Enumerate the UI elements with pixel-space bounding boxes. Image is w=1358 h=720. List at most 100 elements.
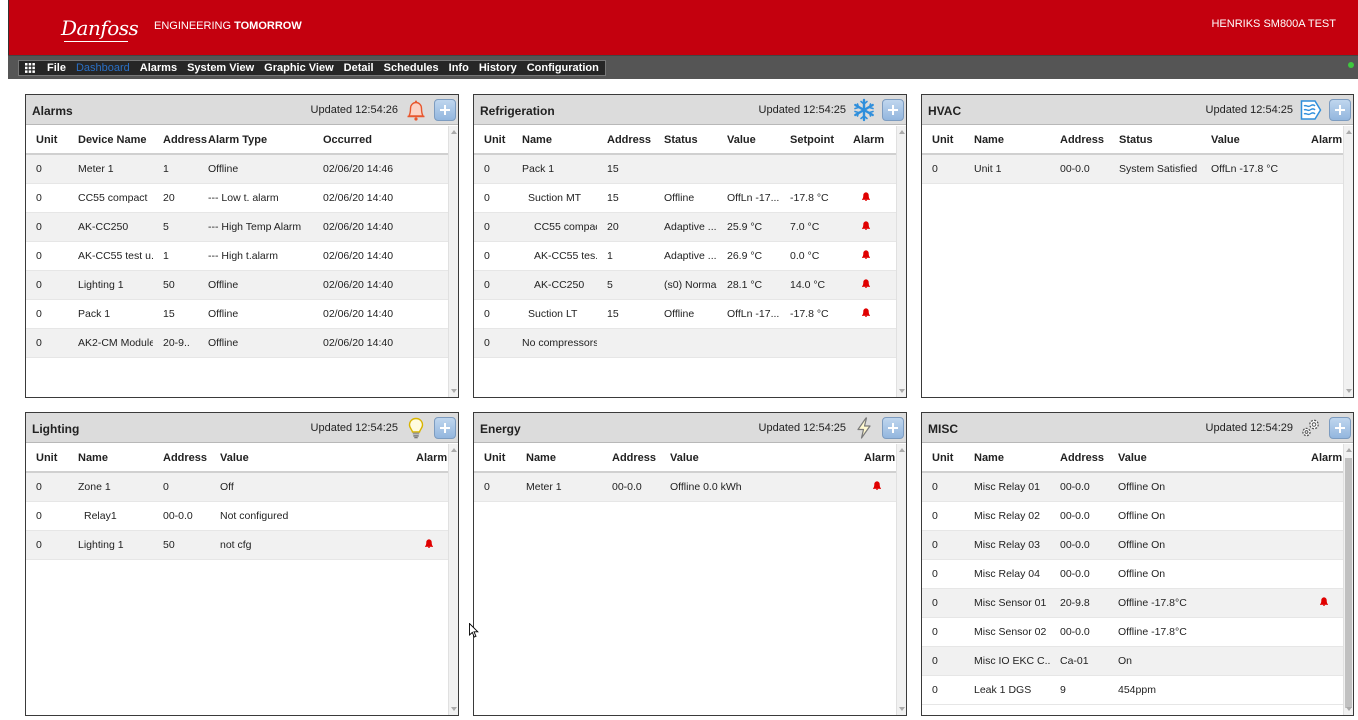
misc-scrollbar[interactable] (1343, 444, 1353, 715)
table-row[interactable]: 0 Relay1 00-0.0 Not configured (26, 501, 448, 531)
alarm-cell[interactable] (1301, 588, 1343, 618)
lightbulb-icon[interactable] (404, 416, 428, 440)
menu-item-history[interactable]: History (479, 62, 517, 74)
misc-add-button[interactable] (1329, 417, 1351, 439)
table-row[interactable]: 0 Misc Sensor 01 20-9.8 Offline -17.8°C (922, 588, 1343, 618)
column-header[interactable]: Alarm (1301, 126, 1343, 155)
alarm-cell[interactable] (843, 299, 896, 329)
table-row[interactable]: 0 CC55 compact 20 Adaptive ... 25.9 °C 7.0 °C (474, 212, 896, 242)
column-header[interactable]: Alarm (1301, 444, 1343, 473)
table-row[interactable]: 0 Misc Sensor 02 00-0.0 Offline -17.8°C (922, 617, 1343, 647)
column-header[interactable]: Name (964, 126, 1050, 155)
column-header[interactable]: Name (964, 444, 1050, 473)
column-header[interactable]: Unit (26, 444, 68, 473)
apps-grid-icon[interactable] (25, 63, 35, 73)
alarms-scrollbar[interactable] (448, 126, 458, 397)
table-row[interactable]: 0 Misc Relay 02 00-0.0 Offline On (922, 501, 1343, 531)
table-row[interactable]: 0 Pack 1 15 Offline 02/06/20 14:40 (26, 299, 448, 329)
table-row[interactable]: 0 Misc Relay 01 00-0.0 Offline On (922, 472, 1343, 502)
table-row[interactable]: 0 Lighting 1 50 not cfg (26, 530, 448, 560)
menu-item-detail[interactable]: Detail (344, 62, 374, 74)
menu-item-dashboard[interactable]: Dashboard (76, 62, 130, 74)
table-row[interactable]: 0 Unit 1 00-0.0 System Satisfied OffLn -17.8… (922, 154, 1343, 184)
table-row[interactable]: 0 AK-CC55 test u... 1 --- High t.alarm 02/06… (26, 241, 448, 271)
menu-item-graphic-view[interactable]: Graphic View (264, 62, 334, 74)
menu-item-schedules[interactable]: Schedules (384, 62, 439, 74)
column-header[interactable]: Unit (922, 444, 964, 473)
snowflake-icon[interactable] (852, 98, 876, 122)
alarm-cell[interactable] (854, 472, 896, 502)
column-header[interactable]: Address (1050, 126, 1109, 155)
column-header[interactable]: Address (153, 126, 207, 155)
column-header[interactable]: Device Name (68, 126, 153, 155)
menu-item-system-view[interactable]: System View (187, 62, 254, 74)
table-row[interactable]: 0AK-CC55 tes...1Adaptive ...26.9 °C0.0 °… (474, 241, 896, 271)
column-header[interactable]: Name (516, 444, 602, 473)
column-header[interactable]: Occurred (313, 126, 448, 155)
alarm-cell[interactable] (843, 183, 896, 213)
column-header[interactable]: Value (660, 444, 854, 473)
column-header[interactable]: Address (602, 444, 660, 473)
column-header[interactable]: Status (1109, 126, 1201, 155)
column-header[interactable]: Unit (474, 444, 516, 473)
lightning-icon[interactable] (852, 416, 876, 440)
column-header[interactable]: Unit (922, 126, 964, 155)
table-row[interactable]: 0 Zone 1 0 Off (26, 472, 448, 502)
alarm-bell-icon[interactable] (861, 278, 871, 288)
table-row[interactable]: 0 Misc Relay 04 00-0.0 Offline On (922, 559, 1343, 589)
table-row[interactable]: 0 Meter 1 1 Offline 02/06/20 14:46 (26, 154, 448, 184)
table-row[interactable]: 0 Lighting 1 50 Offline 02/06/20 14:40 (26, 270, 448, 300)
lighting-scrollbar[interactable] (448, 444, 458, 715)
alarm-bell-icon[interactable] (861, 191, 871, 201)
alarm-bell-icon[interactable] (861, 220, 871, 230)
table-row[interactable]: 0 Misc IO EKC C... Ca-01 On (922, 646, 1343, 676)
column-header[interactable]: Address (153, 444, 210, 473)
danfoss-logo[interactable]: Danfoss (61, 16, 139, 40)
alarm-cell[interactable] (843, 270, 896, 300)
menu-item-info[interactable]: Info (449, 62, 469, 74)
menu-item-file[interactable]: File (47, 62, 66, 74)
refrigeration-scrollbar[interactable] (896, 126, 906, 397)
column-header[interactable]: Status (654, 126, 717, 155)
alarm-bell-icon[interactable] (872, 480, 882, 491)
column-header[interactable]: Alarm (854, 444, 896, 473)
table-row[interactable]: 0 CC55 compact 20 --- Low t. alarm 02/06/20 … (26, 183, 448, 213)
alarm-bell-icon[interactable] (1319, 596, 1329, 606)
column-header[interactable]: Value (1201, 126, 1301, 155)
menu-item-configuration[interactable]: Configuration (527, 62, 599, 74)
refrigeration-add-button[interactable] (882, 99, 904, 121)
column-header[interactable]: Address (597, 126, 654, 155)
column-header[interactable]: Value (210, 444, 406, 473)
alarm-bell-icon[interactable] (424, 538, 434, 548)
alarm-bell-icon[interactable] (861, 249, 871, 259)
lighting-add-button[interactable] (434, 417, 456, 439)
table-row[interactable]: 0 AK2-CM Module 20-9.. Offline 02/06/20 14:4… (26, 328, 448, 358)
column-header[interactable]: Value (717, 126, 780, 155)
alarm-bell-icon[interactable] (861, 307, 871, 317)
energy-scrollbar[interactable] (896, 444, 906, 715)
energy-add-button[interactable] (882, 417, 904, 439)
column-header[interactable]: Address (1050, 444, 1108, 473)
alarm-cell[interactable] (843, 241, 896, 271)
column-header[interactable]: Name (68, 444, 153, 473)
hvac-add-button[interactable] (1329, 99, 1351, 121)
table-row[interactable]: 0 Pack 1 15 (474, 154, 896, 184)
column-header[interactable]: Unit (26, 126, 68, 155)
bell-icon[interactable] (404, 98, 428, 122)
table-row[interactable]: 0 Suction MT 15 Offline OffLn -17.... -17.8 °… (474, 183, 896, 213)
hvac-scrollbar[interactable] (1343, 126, 1353, 397)
column-header[interactable]: Name (512, 126, 597, 155)
table-row[interactable]: 0 No compressors (474, 328, 896, 358)
menu-item-alarms[interactable]: Alarms (140, 62, 177, 74)
table-row[interactable]: 0 Leak 1 DGS 9 454ppm (922, 675, 1343, 705)
column-header[interactable]: Value (1108, 444, 1301, 473)
table-row[interactable]: 0 Meter 1 00-0.0 Offline 0.0 kWh (474, 472, 896, 502)
column-header[interactable]: Alarm Type (198, 126, 313, 155)
table-row[interactable]: 0 Suction LT 15 Offline OffLn -17.... -17.8 °… (474, 299, 896, 329)
gears-icon[interactable] (1299, 416, 1323, 440)
column-header[interactable]: Alarm (843, 126, 896, 155)
column-header[interactable]: Alarm (406, 444, 448, 473)
alarms-add-button[interactable] (434, 99, 456, 121)
hvac-icon[interactable] (1299, 98, 1323, 122)
table-row[interactable]: 0 AK-CC250 5 --- High Temp Alarm 02/06/20 14… (26, 212, 448, 242)
